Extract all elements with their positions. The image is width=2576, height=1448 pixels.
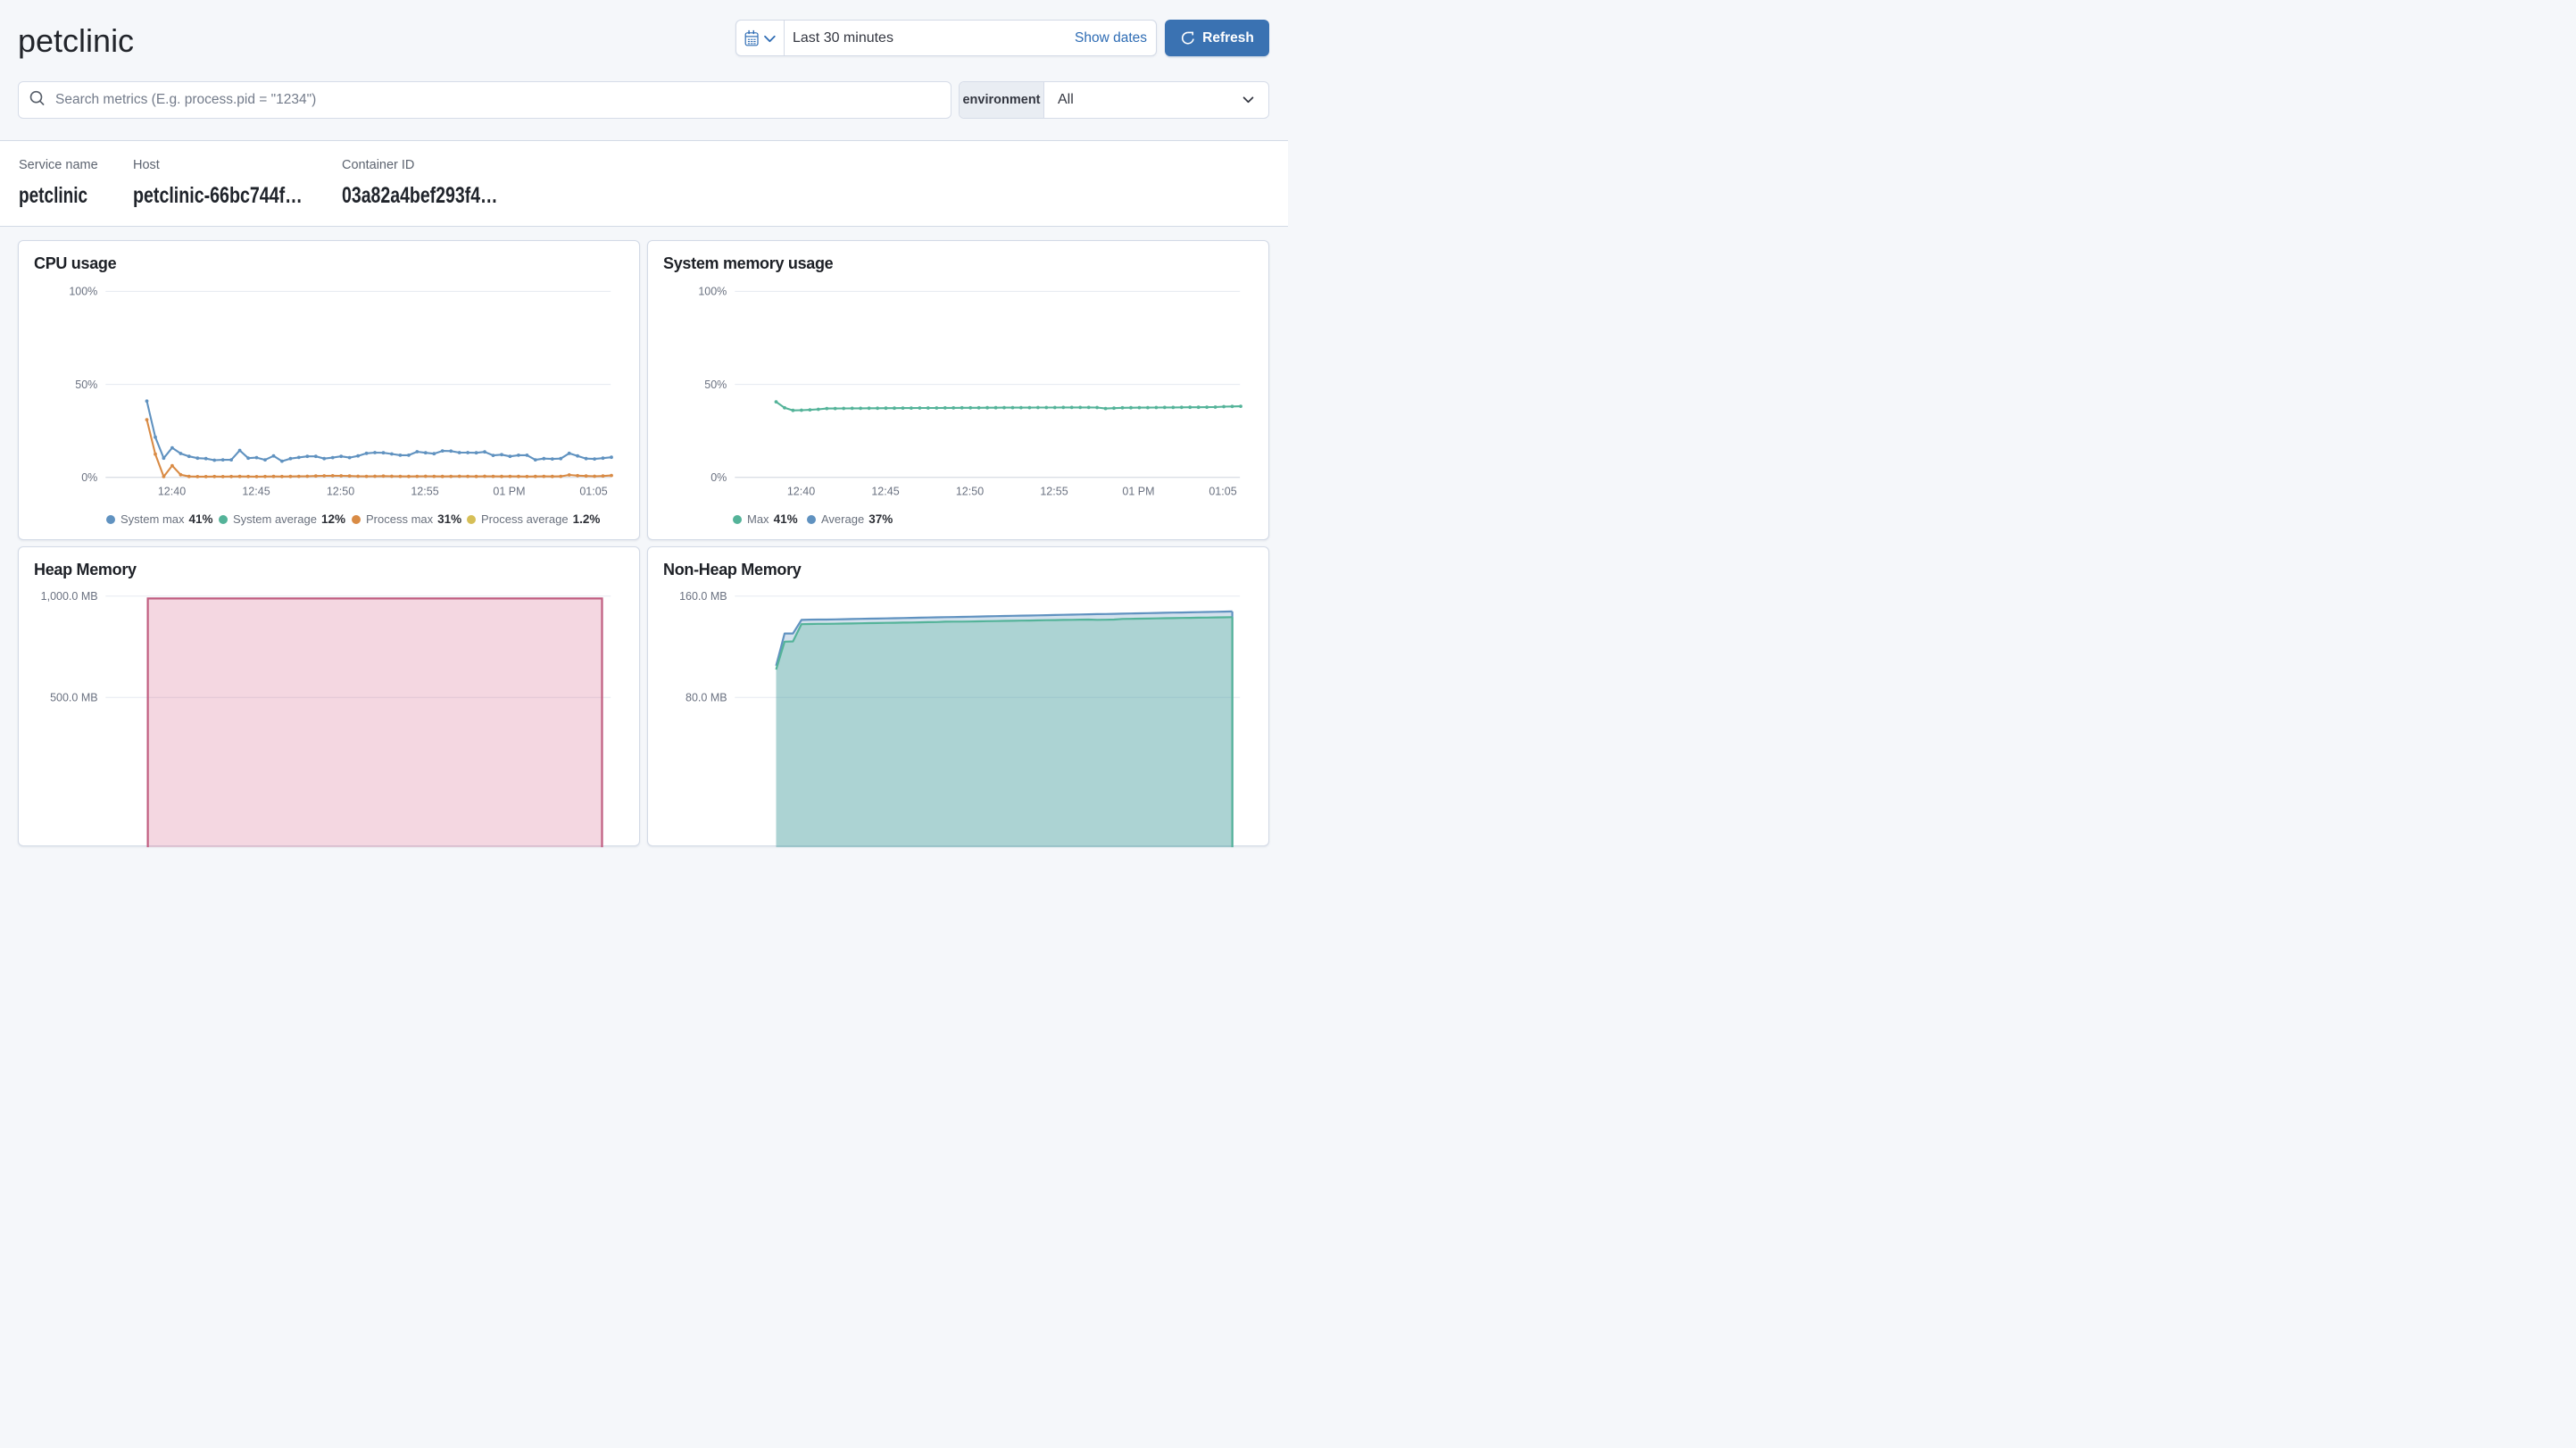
svg-text:1,000.0 MB: 1,000.0 MB (41, 590, 98, 603)
svg-text:12:55: 12:55 (411, 486, 438, 498)
svg-text:0%: 0% (710, 471, 727, 484)
svg-text:01 PM: 01 PM (493, 486, 525, 498)
svg-text:80.0 MB: 80.0 MB (686, 692, 727, 704)
svg-text:50%: 50% (75, 379, 97, 391)
svg-text:01:05: 01:05 (1209, 486, 1236, 498)
svg-text:100%: 100% (69, 286, 97, 298)
svg-text:100%: 100% (698, 286, 727, 298)
svg-text:12:50: 12:50 (956, 486, 984, 498)
svg-text:12:50: 12:50 (327, 486, 354, 498)
svg-text:12:55: 12:55 (1040, 486, 1068, 498)
svg-text:50%: 50% (704, 379, 727, 391)
svg-text:12:40: 12:40 (158, 486, 186, 498)
svg-text:01 PM: 01 PM (1122, 486, 1154, 498)
svg-text:12:40: 12:40 (787, 486, 815, 498)
svg-text:01:05: 01:05 (579, 486, 607, 498)
svg-text:0%: 0% (81, 471, 97, 484)
svg-text:12:45: 12:45 (871, 486, 899, 498)
svg-text:500.0 MB: 500.0 MB (50, 692, 98, 704)
svg-text:12:45: 12:45 (242, 486, 270, 498)
svg-text:160.0 MB: 160.0 MB (679, 590, 727, 603)
